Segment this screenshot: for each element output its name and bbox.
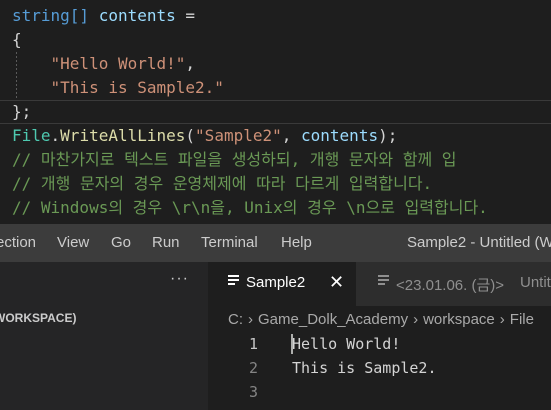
- code-comment-1: // 마찬가지로 텍스트 파일을 생성하되, 개행 문자와 함께 입: [12, 150, 457, 169]
- breadcrumb-folder[interactable]: workspace: [423, 311, 495, 328]
- menu-selection[interactable]: ection: [0, 234, 36, 254]
- tab-untitled[interactable]: <23.01.06. (금)> Untit: [356, 262, 551, 306]
- line-number: 1: [248, 335, 258, 353]
- code-comment-3: // Windows의 경우 \r\n을, Unix의 경우 \n으로 입력합니…: [12, 198, 488, 217]
- breadcrumb-file[interactable]: File: [510, 311, 534, 328]
- menu-bar: ection View Go Run Terminal Help Sample2…: [0, 224, 551, 262]
- editor-line[interactable]: Hello World!: [292, 332, 400, 356]
- editor-line[interactable]: This is Sample2.: [292, 356, 437, 380]
- menu-help[interactable]: Help: [281, 234, 312, 254]
- breadcrumb: C: › Game_Dolk_Academy › workspace › File: [228, 311, 534, 331]
- breadcrumb-separator-icon: ›: [248, 311, 253, 328]
- text-cursor: [291, 334, 293, 354]
- current-line-highlight: [0, 100, 551, 124]
- code-line-4: "This is Sample2.": [50, 78, 224, 97]
- menu-view[interactable]: View: [57, 234, 89, 254]
- breadcrumb-folder[interactable]: Game_Dolk_Academy: [258, 311, 408, 328]
- file-lines-icon: [228, 275, 239, 287]
- menu-terminal[interactable]: Terminal: [201, 234, 258, 254]
- breadcrumb-separator-icon: ›: [499, 311, 505, 328]
- editor-group: Sample2 ✕ <23.01.06. (금)> Untit C: › Game_…: [208, 262, 551, 410]
- tab-suffix: Untit: [520, 274, 551, 291]
- tab-label: Sample2: [246, 274, 306, 291]
- menu-run[interactable]: Run: [152, 234, 180, 254]
- tab-bar: Sample2 ✕ <23.01.06. (금)> Untit: [208, 262, 551, 306]
- code-line-6: File.WriteAllLines("Sample2", contents);: [12, 126, 398, 145]
- code-line-1: string[] contents =: [12, 6, 196, 25]
- code-comment-2: // 개행 문자의 경우 운영체제에 따라 다르게 입력합니다.: [12, 174, 433, 193]
- breadcrumb-drive[interactable]: C:: [228, 311, 243, 328]
- more-actions-icon[interactable]: ···: [170, 270, 189, 288]
- close-icon[interactable]: ✕: [329, 272, 344, 293]
- code-snippet: string[] contents = { "Hello World!", "T…: [0, 0, 551, 222]
- breadcrumb-separator-icon: ›: [413, 311, 419, 328]
- workspace-section-header[interactable]: (WORKSPACE): [0, 311, 76, 325]
- explorer-sidebar: ··· (WORKSPACE): [0, 262, 208, 410]
- window-title: Sample2 - Untitled (W: [407, 234, 551, 251]
- tab-sample2[interactable]: Sample2 ✕: [208, 262, 356, 306]
- code-line-3: "Hello World!",: [50, 54, 196, 73]
- tab-label: <23.01.06. (금)>: [396, 277, 505, 294]
- line-number: 3: [248, 383, 258, 401]
- line-number: 2: [248, 359, 258, 377]
- code-line-2: {: [12, 30, 22, 49]
- code-line-5: };: [12, 102, 32, 121]
- file-lines-icon: [378, 275, 389, 287]
- menu-go[interactable]: Go: [111, 234, 131, 254]
